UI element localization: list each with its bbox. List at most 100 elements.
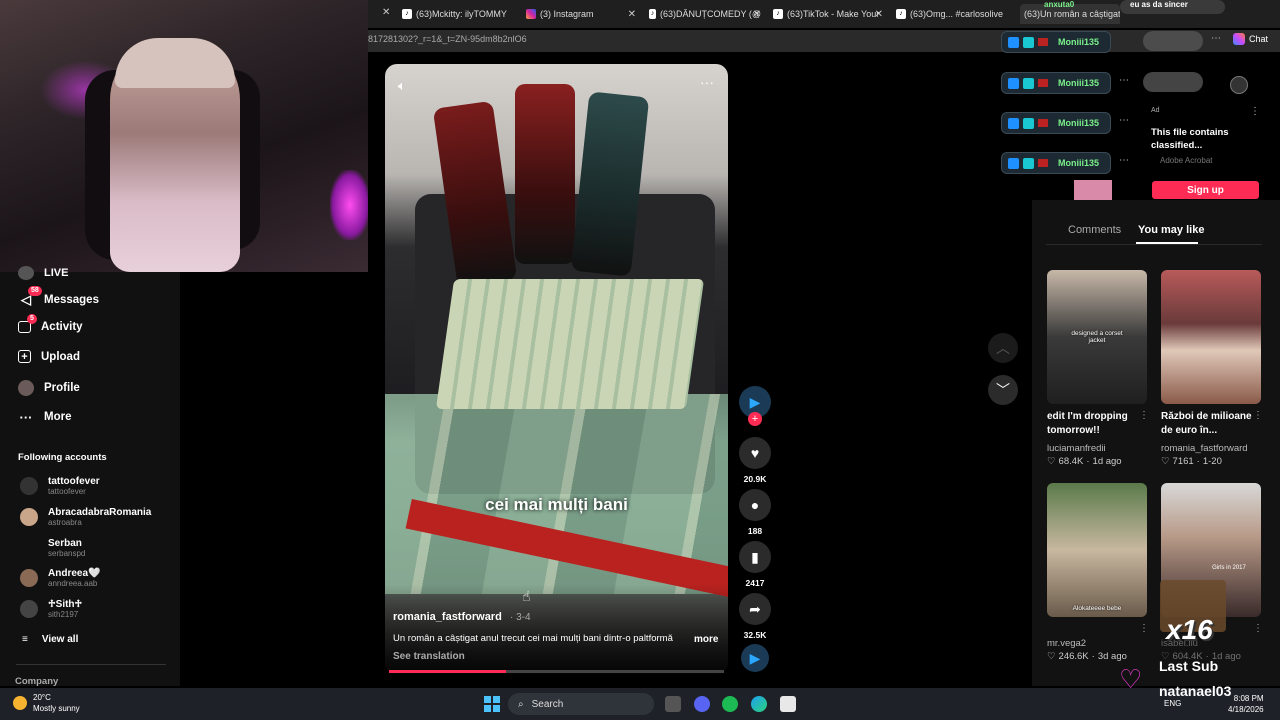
last-sub-label: Last Sub [1159,658,1219,674]
more-options-icon[interactable]: ⋯ [1211,33,1221,44]
card-likes: 7161 [1172,456,1194,467]
more-options-icon[interactable]: ⋯ [1119,115,1129,126]
tab-you-may-like[interactable]: You may like [1138,224,1204,236]
stream-chat-message: eu as da sincer [1120,0,1225,14]
follow-plus-icon[interactable]: + [748,412,762,426]
more-options-icon[interactable]: ⋯ [1119,155,1129,166]
chat-button[interactable]: Chat [1233,33,1268,45]
weather-text: Mostly sunny [33,704,80,713]
divider [1046,244,1262,245]
tiktok-icon: ♪ [402,9,412,19]
sidebar-item-activity[interactable]: 5 Activity [18,314,83,333]
tab-comments[interactable]: Comments [1068,224,1121,236]
video-player[interactable] [385,64,728,674]
video-card-title[interactable]: Război de milioane de euro în... [1161,410,1257,438]
video-card-thumbnail[interactable]: Alokateeee bebe [1047,483,1147,617]
close-tab-icon[interactable]: ✕ [628,9,636,20]
avatar[interactable] [1230,76,1248,94]
ad-thumbnail[interactable] [1074,180,1112,200]
volume-icon[interactable]: 🔈︎ [398,78,406,94]
close-tab-icon[interactable]: ✕ [875,9,883,20]
paper-plane-icon: ◁ 58 [18,286,42,308]
task-view-icon[interactable] [665,696,681,712]
view-all-button[interactable]: ≡ View all [22,634,78,645]
app-icon [1023,157,1034,169]
card-likes: 246.6K [1058,651,1089,662]
heart-icon: ♥︎ [750,445,760,461]
account-name: tattoofever [48,476,100,487]
spotify-icon[interactable] [722,696,738,712]
tiktok-icon: ♪ [773,9,783,19]
sidebar-item-more[interactable]: ··· More [18,409,72,425]
kick-icon [1008,117,1019,129]
next-video-button[interactable]: ﹀ [988,375,1018,405]
video-card-user[interactable]: luciamanfredii [1047,443,1106,454]
video-card-stats: ♡ 7161 · 1-20 [1161,456,1222,467]
browser-tab[interactable]: ♪ (63)TikTok - Make Your ✕ [773,4,883,24]
start-button[interactable] [484,696,500,712]
account-handle: anndreea.aab [48,579,98,588]
video-card-thumbnail[interactable]: designed a corset jacket [1047,270,1147,404]
close-tab-icon[interactable]: ✕ [753,9,761,20]
browser-tab[interactable]: ♪ (63)DĂNUȚCOMEDY (@ ✕ [649,4,761,24]
tab-title: (63)Mckitty: ilyTOMMY [416,9,507,19]
cursor-icon: ☝︎ [522,588,531,604]
following-account[interactable]: Andreea🤍 anndreea.aab [20,568,100,588]
card-menu-icon[interactable]: ⋮ [1139,623,1149,634]
card-menu-icon[interactable]: ⋮ [1139,410,1149,421]
more-options-icon[interactable]: ··· [700,74,714,90]
comment-button[interactable]: ● [739,489,771,521]
video-description: Un român a câștigat anul trecut cei mai … [393,633,673,644]
video-card-user[interactable]: mr.vega2 [1047,638,1086,649]
taskbar-search[interactable]: ⌕ Search [508,693,654,715]
save-button[interactable]: ▮ [739,541,771,573]
sign-up-button[interactable]: Sign up [1152,181,1259,199]
clock[interactable]: 8:08 PM 4/18/2026 [1228,693,1264,715]
following-account[interactable]: AbracadabraRomania astroabra [20,507,151,527]
see-translation-button[interactable]: See translation [393,651,465,662]
music-disc[interactable]: ▶︎ [741,644,769,672]
card-menu-icon[interactable]: ⋮ [1253,410,1263,421]
browser-tab[interactable]: ♪ (63)Mckitty: ilyTOMMY [402,4,532,24]
video-card-title[interactable]: edit I'm dropping tomorrow!! [1047,410,1143,438]
video-author[interactable]: romania_fastforward [393,611,502,623]
browser-tab[interactable]: (3) Instagram ✕ [526,4,636,24]
following-account[interactable]: Serban serbanspd [20,538,85,558]
edge-icon[interactable] [751,696,767,712]
company-link[interactable]: Company [15,676,58,687]
account-handle: astroabra [48,518,82,527]
sidebar-item-live[interactable]: LIVE [18,266,68,280]
following-account[interactable]: tattoofever tattoofever [20,476,100,496]
app-window-icon[interactable] [780,696,796,712]
stream-alert-pill: Moniii135 [1001,72,1111,94]
close-tab-icon[interactable]: ✕ [382,7,390,18]
search-icon: ⌕ [518,698,524,710]
following-account[interactable]: ♱Sith♱ sith2197 [20,599,82,619]
ad-menu-icon[interactable]: ⋮ [1250,106,1260,117]
discord-icon[interactable] [694,696,710,712]
following-title: Following accounts [18,452,107,463]
like-button[interactable]: ♥︎ [739,437,771,469]
sidebar-item-messages[interactable]: ◁ 58 Messages [18,286,99,308]
video-card-user[interactable]: romania_fastforward [1161,443,1248,454]
avatar [20,508,38,526]
bookmark-icon: ▮ [751,548,759,565]
share-button[interactable]: ➦ [739,593,771,625]
previous-video-button[interactable]: ︿ [988,333,1018,363]
more-button[interactable]: more [694,634,718,645]
account-handle: tattoofever [48,487,86,496]
url-text[interactable]: 817281302?_r=1&_t=ZN-95dm8b2nlO6 [368,34,527,44]
more-options-icon[interactable]: ⋯ [1119,75,1129,86]
copilot-icon [1233,33,1245,45]
sidebar-item-profile[interactable]: Profile [18,380,80,396]
card-menu-icon[interactable]: ⋮ [1253,623,1263,634]
ad-label: Ad [1151,107,1160,114]
video-card-thumbnail[interactable] [1161,270,1261,404]
language-indicator[interactable]: ENG [1164,699,1181,708]
weather-widget[interactable]: 20°C Mostly sunny [33,692,80,714]
alert-username: Moniii135 [1058,118,1100,128]
webcam-overlay [0,0,368,272]
browser-tab[interactable]: ♪ (63)Omg... #carlosolive [896,4,1011,24]
sidebar-item-upload[interactable]: + Upload [18,350,80,363]
divider [16,664,166,665]
